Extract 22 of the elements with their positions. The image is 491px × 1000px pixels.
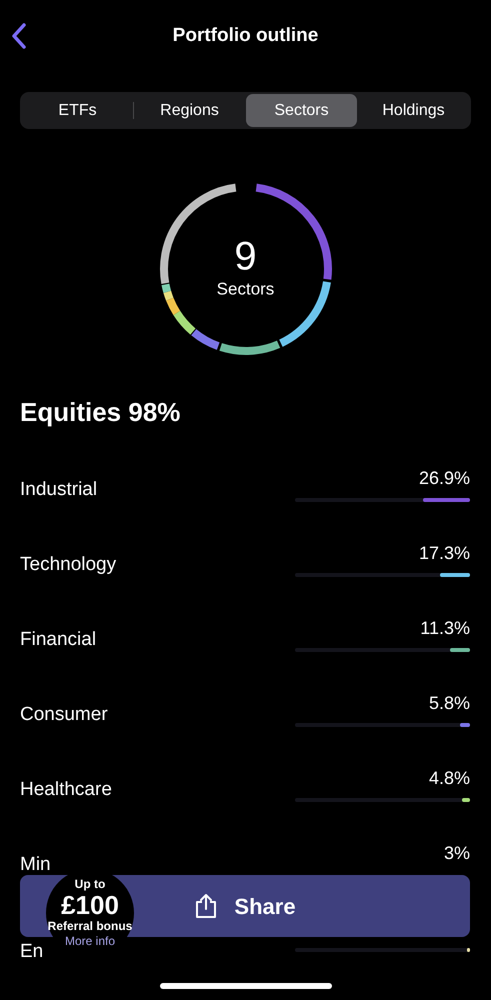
sector-label: En — [20, 941, 44, 963]
segment-tab[interactable]: Regions — [134, 94, 245, 127]
sector-label: Healthcare — [20, 779, 112, 801]
sector-percentage: 11.3% — [420, 618, 470, 638]
sector-count: 9 — [234, 236, 257, 276]
sector-percentage: 17.3% — [418, 543, 470, 563]
segment-tab[interactable]: Holdings — [358, 94, 469, 127]
segment-tab[interactable]: Sectors — [246, 94, 357, 127]
sector-percentage: 4.8% — [428, 768, 470, 788]
screen-title: Portfolio outline — [172, 24, 318, 48]
segment-tab[interactable]: ETFs — [22, 94, 133, 127]
sector-percentage: 3% — [444, 843, 470, 863]
sector-label: Financial — [20, 629, 96, 651]
share-icon — [194, 893, 218, 919]
section-title: Equities 98% — [20, 397, 182, 427]
sector-percentage: 26.9% — [418, 468, 470, 488]
back-icon[interactable] — [10, 22, 28, 50]
sector-label: Consumer — [20, 704, 108, 726]
sector-label: Technology — [20, 554, 116, 576]
sector-percentage: 5.8% — [428, 693, 470, 713]
count-caption: Sectors — [216, 278, 274, 300]
sector-label: Industrial — [20, 479, 98, 501]
